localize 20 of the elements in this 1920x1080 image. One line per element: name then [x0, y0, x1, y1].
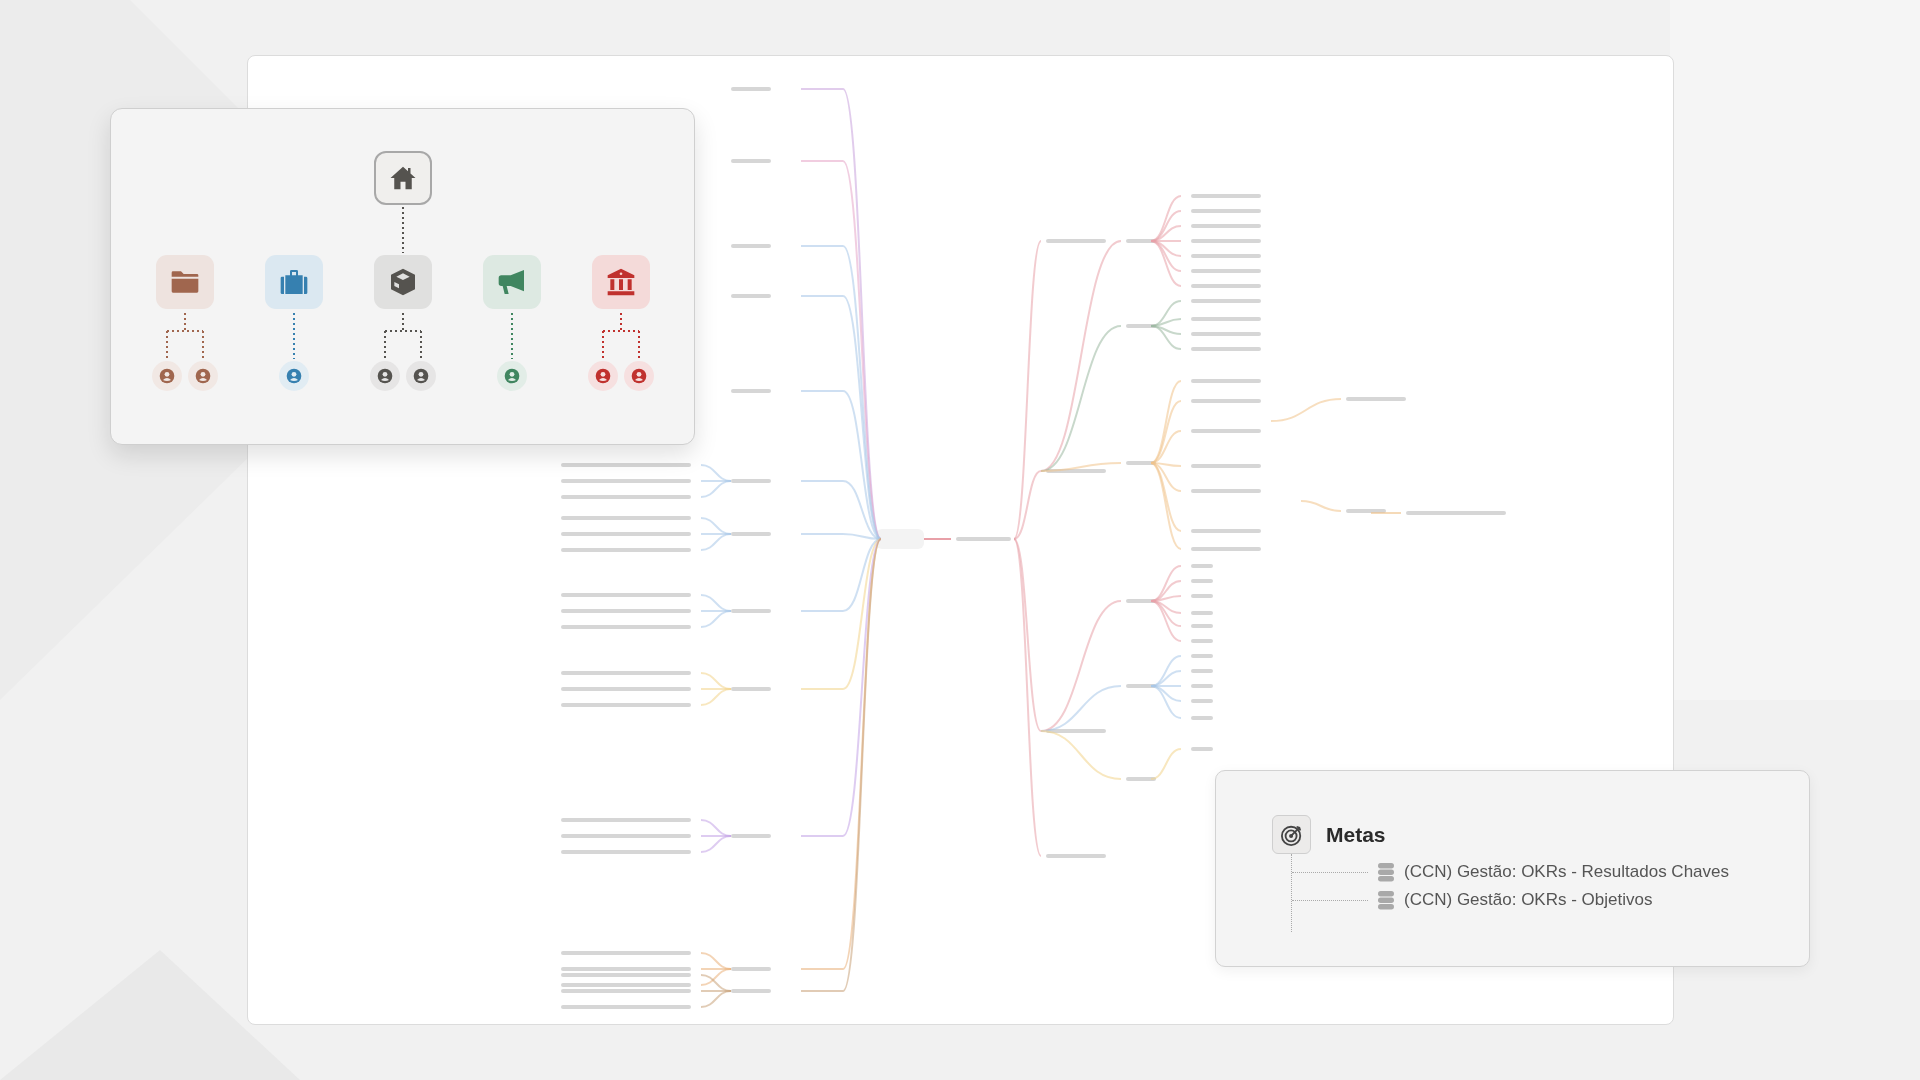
connector-line [292, 312, 295, 360]
person-icon [376, 368, 393, 384]
connector-line [165, 312, 204, 360]
person-icon [630, 368, 647, 384]
database-link[interactable]: (CCN) Gestão: OKRs - Resultados Chaves [1404, 862, 1729, 882]
person-icon [285, 368, 302, 384]
connector-line [510, 312, 513, 360]
person-icon [594, 368, 611, 384]
card-title: Metas [1326, 822, 1386, 847]
connector-line [601, 312, 640, 360]
person-icon [194, 368, 211, 384]
person-icon [412, 368, 429, 384]
connector-line [401, 206, 404, 254]
target-icon [1280, 823, 1303, 846]
database-link[interactable]: (CCN) Gestão: OKRs - Objetivos [1404, 890, 1653, 910]
database-icon [1378, 862, 1394, 882]
database-icon [1378, 890, 1394, 910]
connector-line [383, 312, 422, 360]
person-icon [158, 368, 175, 384]
person-icon [503, 368, 520, 384]
